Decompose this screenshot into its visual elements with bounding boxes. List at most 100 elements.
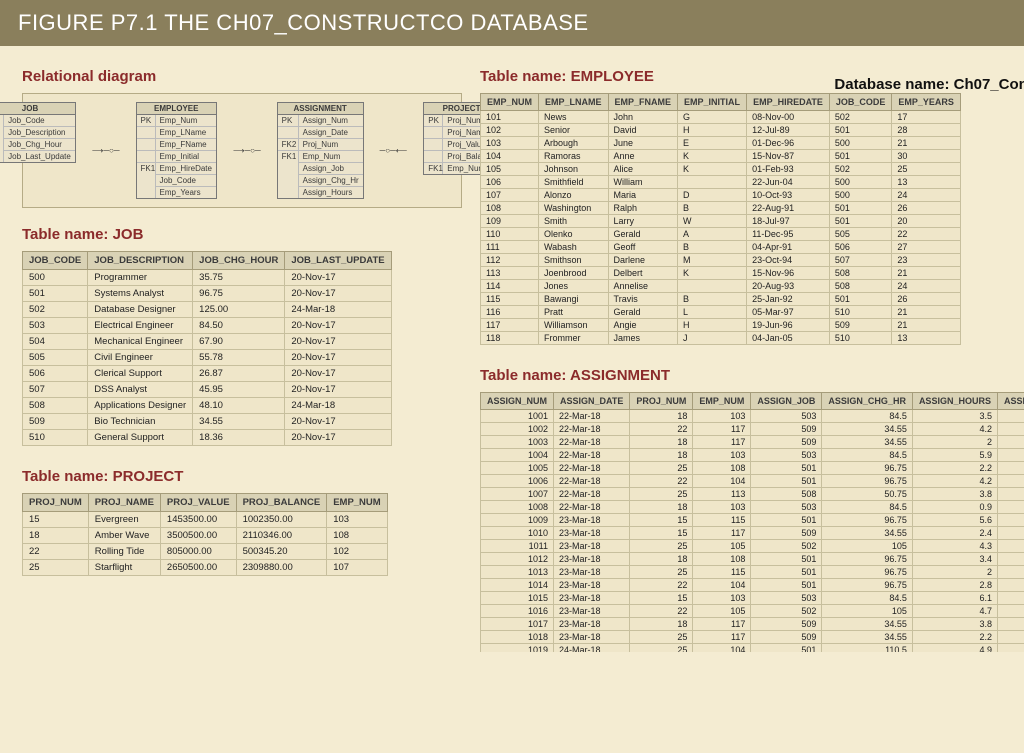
table-cell: 515.45 [997, 592, 1024, 605]
table-cell: 2309880.00 [236, 560, 327, 576]
table-cell: 107 [327, 560, 388, 576]
table-cell: 10-Oct-93 [747, 189, 830, 202]
connector: ─○─⟵ [378, 146, 410, 155]
table-row: 506Clerical Support26.8720-Nov-17 [23, 366, 392, 382]
table-cell: 01-Feb-93 [747, 163, 830, 176]
table-cell: Alonzo [539, 189, 609, 202]
table-cell: 805000.00 [160, 544, 236, 560]
table-cell: 510 [23, 430, 88, 446]
table-cell: News [539, 111, 609, 124]
table-cell: 1002350.00 [236, 512, 327, 528]
column-header: EMP_HIREDATE [747, 94, 830, 111]
entity-assignment: ASSIGNMENT PK FK2 FK1 Assign_Num [277, 102, 364, 199]
table-cell: 15-Nov-87 [747, 150, 830, 163]
table-cell: 2.8 [912, 579, 997, 592]
table-cell: Ralph [608, 202, 678, 215]
table-cell: 501 [751, 644, 822, 653]
table-row: 100122-Mar-181810350384.53.5295.75 [481, 410, 1024, 423]
table-cell: 21 [892, 267, 961, 280]
table-cell [678, 280, 747, 293]
table-cell: 25 [630, 631, 693, 644]
table-cell: Smithfield [539, 176, 609, 189]
table-cell: 503 [751, 592, 822, 605]
table-cell: E [678, 137, 747, 150]
column-header: ASSIGN_JOB [751, 393, 822, 410]
table-row: 101823-Mar-182511750934.552.276.01 [481, 631, 1024, 644]
table-row: 501Systems Analyst96.7520-Nov-17 [23, 286, 392, 302]
table-cell: 23-Mar-18 [554, 592, 630, 605]
table-cell: 510 [829, 306, 892, 319]
table-cell: 18 [630, 501, 693, 514]
table-cell: 111 [481, 241, 539, 254]
table-cell: Larry [608, 215, 678, 228]
table-cell: Annelise [608, 280, 678, 293]
column-header: ASSIGN_DATE [554, 393, 630, 410]
table-cell: 22-Mar-18 [554, 436, 630, 449]
table-cell: 406.35 [997, 475, 1024, 488]
table-cell: Arbough [539, 137, 609, 150]
table-cell: 1004 [481, 449, 554, 462]
figure-content: Relational diagram JOB PK Jo [0, 46, 1024, 696]
table-cell: J [678, 332, 747, 345]
column-header: EMP_LNAME [539, 94, 609, 111]
table-cell: 21 [892, 137, 961, 150]
column-header: EMP_FNAME [608, 94, 678, 111]
table-cell: 17 [892, 111, 961, 124]
table-cell: 20-Nov-17 [285, 334, 391, 350]
table-cell: 1011 [481, 540, 554, 553]
page-figure: FIGURE P7.1 THE CH07_CONSTRUCTCO DATABAS… [0, 0, 1024, 753]
table-cell: 501 [23, 286, 88, 302]
table-cell: 117 [693, 423, 751, 436]
table-cell: Joenbrood [539, 267, 609, 280]
table-cell: 26.87 [193, 366, 285, 382]
table-cell: 4.7 [912, 605, 997, 618]
table-cell: 112 [481, 254, 539, 267]
table-cell: 500 [829, 176, 892, 189]
table-cell: K [678, 150, 747, 163]
table-cell: 113 [693, 488, 751, 501]
table-cell: 18 [630, 553, 693, 566]
table-cell: 22-Mar-18 [554, 423, 630, 436]
table-row: 107AlonzoMariaD10-Oct-9350024 [481, 189, 961, 202]
table-cell: 192.85 [997, 488, 1024, 501]
table-cell: 25 [630, 488, 693, 501]
database-name-label: Database name: Ch07_ConstructCo [834, 76, 1024, 93]
table-cell: 2 [912, 566, 997, 579]
table-row: 100322-Mar-181811750934.55269.1 [481, 436, 1024, 449]
table-cell: 508 [23, 398, 88, 414]
table-cell: Electrical Engineer [88, 318, 193, 334]
table-cell: James [608, 332, 678, 345]
table-cell: 15 [630, 527, 693, 540]
table-cell: 502 [751, 605, 822, 618]
table-cell: 69.1 [997, 436, 1024, 449]
table-cell: 103 [693, 501, 751, 514]
table-cell: 508 [829, 280, 892, 293]
table-cell: 22-Mar-18 [554, 488, 630, 501]
table-cell: 501 [751, 553, 822, 566]
table-cell: Darlene [608, 254, 678, 267]
table-cell: Systems Analyst [88, 286, 193, 302]
table-row: 505Civil Engineer55.7820-Nov-17 [23, 350, 392, 366]
table-cell: 500 [829, 137, 892, 150]
table-cell: 96.75 [822, 553, 913, 566]
table-cell: 117 [693, 436, 751, 449]
table-cell: 01-Dec-96 [747, 137, 830, 150]
table-cell: 103 [693, 592, 751, 605]
table-cell: 20-Nov-17 [285, 318, 391, 334]
table-cell: 25-Jan-92 [747, 293, 830, 306]
table-cell: 22-Mar-18 [554, 501, 630, 514]
table-cell: 22 [23, 544, 89, 560]
heading-relational-diagram: Relational diagram [22, 68, 462, 85]
table-row: 508Applications Designer48.1024-Mar-18 [23, 398, 392, 414]
table-cell: 500 [829, 189, 892, 202]
table-row: 101523-Mar-181510350384.56.1515.45 [481, 592, 1024, 605]
table-row: 25Starflight2650500.002309880.00107 [23, 560, 388, 576]
column-header: JOB_CHG_HOUR [193, 252, 285, 270]
table-cell: 104 [693, 644, 751, 653]
table-cell: 15 [630, 592, 693, 605]
table-row: 500Programmer35.7520-Nov-17 [23, 270, 392, 286]
table-cell: 102 [327, 544, 388, 560]
table-cell: Williamson [539, 319, 609, 332]
table-cell: 48.10 [193, 398, 285, 414]
table-cell: 114 [481, 280, 539, 293]
